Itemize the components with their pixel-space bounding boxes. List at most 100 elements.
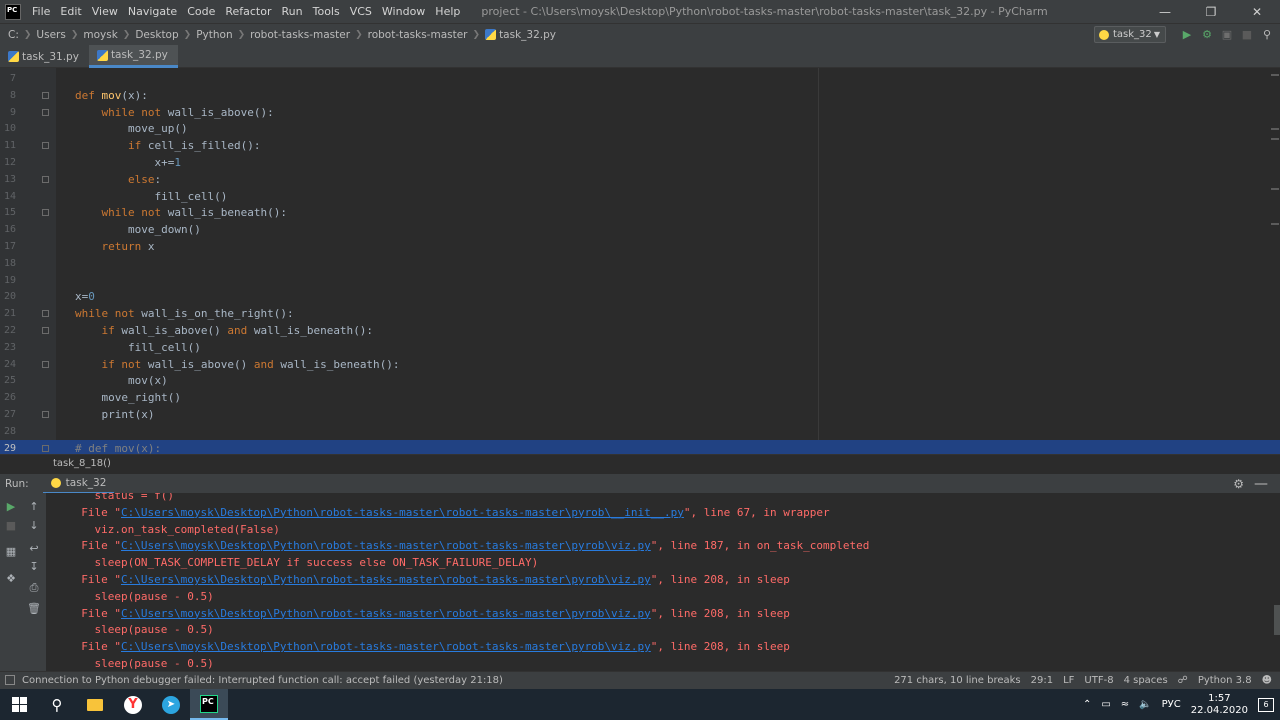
close-icon[interactable]: ✕ — [1234, 0, 1280, 23]
code-line[interactable]: 19 — [0, 272, 1280, 289]
scroll-down-icon[interactable]: ↓ — [27, 518, 41, 532]
breadcrumb-robot-tasks-master-inner[interactable]: robot-tasks-master — [368, 29, 468, 41]
scroll-to-end-icon[interactable]: ↧ — [27, 559, 41, 573]
wifi-icon[interactable]: ≈ — [1121, 699, 1129, 710]
trash-icon[interactable]: 🗑 — [27, 601, 41, 615]
code-line[interactable]: 7 — [0, 70, 1280, 87]
menu-tools[interactable]: Tools — [308, 5, 345, 18]
menu-refactor[interactable]: Refactor — [220, 5, 276, 18]
status-position[interactable]: 29:1 — [1031, 675, 1053, 686]
layout-icon[interactable]: ▦ — [4, 544, 18, 558]
code-line[interactable]: 14 fill_cell() — [0, 188, 1280, 205]
menu-help[interactable]: Help — [430, 5, 465, 18]
breadcrumb-file[interactable]: task_32.py — [499, 29, 556, 41]
fold-marker-icon[interactable] — [42, 444, 49, 452]
code-line[interactable]: 10 move_up() — [0, 120, 1280, 137]
status-indent[interactable]: 4 spaces — [1124, 675, 1168, 686]
breadcrumb-desktop[interactable]: Desktop — [135, 29, 178, 41]
stop-icon[interactable]: ■ — [1240, 27, 1254, 41]
fold-marker-icon[interactable] — [42, 209, 49, 217]
breadcrumb-users[interactable]: Users — [36, 29, 65, 41]
maximize-icon[interactable]: ❐ — [1188, 0, 1234, 23]
stop-icon[interactable]: ■ — [4, 518, 18, 532]
minimize-panel-icon[interactable]: — — [1254, 476, 1268, 492]
fold-marker-icon[interactable] — [42, 360, 49, 368]
tab-task-31[interactable]: task_31.py — [0, 45, 89, 68]
windows-start-icon[interactable] — [0, 689, 38, 720]
soft-wrap-icon[interactable]: ↩ — [27, 541, 41, 555]
code-line[interactable]: 25 mov(x) — [0, 372, 1280, 389]
file-link[interactable]: C:\Users\moysk\Desktop\Python\robot-task… — [121, 539, 651, 552]
minimize-icon[interactable]: — — [1142, 0, 1188, 23]
code-line[interactable]: 16 move_down() — [0, 221, 1280, 238]
menu-code[interactable]: Code — [182, 5, 220, 18]
menu-view[interactable]: View — [87, 5, 123, 18]
file-link[interactable]: C:\Users\moysk\Desktop\Python\robot-task… — [121, 640, 651, 653]
fold-marker-icon[interactable] — [42, 91, 49, 99]
code-line[interactable]: 24 if not wall_is_above() and wall_is_be… — [0, 356, 1280, 373]
menu-window[interactable]: Window — [377, 5, 430, 18]
file-link[interactable]: C:\Users\moysk\Desktop\Python\robot-task… — [121, 607, 651, 620]
status-encoding[interactable]: UTF-8 — [1084, 675, 1113, 686]
code-line[interactable]: 17 return x — [0, 238, 1280, 255]
gear-icon[interactable]: ⚙ — [1233, 477, 1244, 491]
fold-marker-icon[interactable] — [42, 310, 49, 318]
event-log-icon[interactable]: ☻ — [1262, 675, 1272, 686]
scope-indicator[interactable]: task_8_18() — [0, 454, 1280, 472]
yandex-browser-icon[interactable]: Y — [114, 689, 152, 720]
menu-file[interactable]: File — [27, 5, 55, 18]
notification-icon[interactable]: 6 — [1258, 697, 1274, 712]
code-line[interactable]: 20 x=0 — [0, 288, 1280, 305]
language-indicator[interactable]: РУС — [1162, 699, 1181, 710]
pin-icon[interactable]: ❖ — [4, 571, 18, 585]
volume-icon[interactable]: 🔈 — [1139, 699, 1151, 710]
code-line[interactable]: 8 def mov(x): — [0, 87, 1280, 104]
debug-icon[interactable]: ⚙ — [1200, 27, 1214, 41]
breadcrumb-drive[interactable]: C: — [8, 29, 19, 41]
status-line-separator[interactable]: LF — [1063, 675, 1074, 686]
rerun-icon[interactable]: ▶ — [4, 499, 18, 513]
file-link[interactable]: C:\Users\moysk\Desktop\Python\robot-task… — [121, 573, 651, 586]
file-explorer-icon[interactable] — [76, 689, 114, 720]
scroll-up-icon[interactable]: ↑ — [27, 499, 41, 513]
menu-vcs[interactable]: VCS — [345, 5, 377, 18]
telegram-icon[interactable]: ➤ — [152, 689, 190, 720]
pycharm-taskbar-icon[interactable]: PC — [190, 689, 228, 720]
tab-task-32[interactable]: task_32.py — [88, 45, 178, 68]
lock-icon[interactable]: ☍ — [1178, 675, 1188, 686]
clock[interactable]: 1:57 22.04.2020 — [1191, 693, 1248, 717]
code-line[interactable]: 29 # def mov(x): — [0, 439, 1280, 454]
battery-icon[interactable]: ▭ — [1101, 699, 1110, 710]
menu-navigate[interactable]: Navigate — [123, 5, 182, 18]
menu-run[interactable]: Run — [277, 5, 308, 18]
pycharm-app-icon[interactable]: PC — [5, 3, 21, 20]
code-editor[interactable]: 7 8 def mov(x): 9 while not wall_is_above()… — [0, 68, 1280, 454]
run-config-select[interactable]: task_32 ▼ — [1094, 26, 1166, 43]
code-line[interactable]: 9 while not wall_is_above(): — [0, 104, 1280, 121]
code-line[interactable]: 28 — [0, 423, 1280, 440]
search-icon[interactable]: ⚲ — [38, 689, 76, 720]
run-icon[interactable]: ▶ — [1180, 27, 1194, 41]
breadcrumb-moysk[interactable]: moysk — [83, 29, 117, 41]
run-console[interactable]: status = f() File "C:\Users\moysk\Deskto… — [46, 493, 1280, 671]
file-link[interactable]: C:\Users\moysk\Desktop\Python\robot-task… — [121, 506, 684, 519]
search-icon[interactable]: ⚲ — [1260, 27, 1274, 41]
code-line[interactable]: 23 fill_cell() — [0, 339, 1280, 356]
fold-marker-icon[interactable] — [42, 175, 49, 183]
run-tab[interactable]: task_32 — [42, 474, 115, 494]
code-line[interactable]: 21 while not wall_is_on_the_right(): — [0, 305, 1280, 322]
fold-marker-icon[interactable] — [42, 108, 49, 116]
code-line[interactable]: 27 print(x) — [0, 406, 1280, 423]
fold-marker-icon[interactable] — [42, 142, 49, 150]
error-stripe[interactable] — [1270, 68, 1280, 454]
status-message[interactable]: Connection to Python debugger failed: In… — [22, 675, 503, 686]
code-line[interactable]: 22 if wall_is_above() and wall_is_beneat… — [0, 322, 1280, 339]
breadcrumb-python[interactable]: Python — [196, 29, 232, 41]
chevron-up-icon[interactable]: ⌃ — [1083, 699, 1091, 710]
code-line[interactable]: 26 move_right() — [0, 389, 1280, 406]
code-line[interactable]: 12 x+=1 — [0, 154, 1280, 171]
fold-marker-icon[interactable] — [42, 411, 49, 418]
code-line[interactable]: 11 if cell_is_filled(): — [0, 137, 1280, 154]
tool-windows-icon[interactable] — [5, 675, 15, 685]
console-scrollbar[interactable] — [1274, 605, 1280, 635]
